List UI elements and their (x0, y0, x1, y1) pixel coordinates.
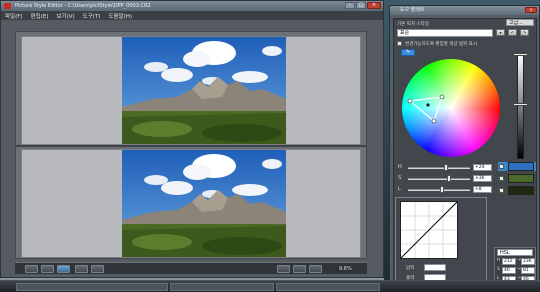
taskbar-item[interactable] (276, 283, 380, 291)
saturation-letter: S (398, 175, 402, 181)
rotate-left-button[interactable] (75, 265, 88, 273)
view-toolbar: 9.6% (15, 262, 367, 274)
luminance-handle-top[interactable] (513, 53, 528, 56)
input-value-field[interactable] (424, 264, 446, 271)
show-range-checkbox[interactable] (397, 41, 402, 46)
preset-label: 기본 픽처 스타일 (397, 22, 429, 27)
split-vertical-button[interactable] (57, 265, 70, 273)
hue-letter: H (398, 164, 402, 170)
color-wheel[interactable] (402, 59, 500, 157)
taskbar-item[interactable] (16, 283, 168, 291)
h-value-before: 212 (502, 258, 516, 265)
mode-button[interactable]: 고급... (506, 19, 534, 26)
luminance-thumb[interactable] (439, 186, 444, 193)
taskbar (0, 280, 540, 292)
saturation-track[interactable] (408, 178, 470, 180)
s-value-before: 46 (502, 267, 516, 274)
single-view-button[interactable] (25, 265, 38, 273)
fit-view-button[interactable] (277, 265, 290, 273)
open-style-button[interactable]: ▾ (496, 29, 505, 36)
tool-palette-title: 도구 팔레트 × (390, 6, 539, 15)
tool-palette-window: 도구 팔레트 × 기본 픽처 스타일 고급... 표준 ▾ ↶ ↷ 변경가능하도… (389, 5, 540, 290)
menu-edit[interactable]: 편집(E) (31, 12, 49, 20)
hue-track[interactable] (408, 167, 470, 169)
zoom-100-button[interactable] (309, 265, 322, 273)
zoom-50-button[interactable] (293, 265, 306, 273)
color-swatch-row[interactable]: ✓ (498, 174, 536, 183)
h-value-after: 236 (521, 258, 535, 265)
before-image-pane[interactable] (21, 36, 361, 145)
tool-palette-body: 기본 픽처 스타일 고급... 표준 ▾ ↶ ↷ 변경가능하도록 편집할 색상 … (393, 18, 537, 288)
after-image-pane[interactable] (21, 149, 361, 258)
color-swatch (508, 186, 534, 195)
color-swatch (508, 162, 534, 171)
maximize-button[interactable]: □ (356, 2, 366, 9)
pane-divider[interactable] (16, 145, 366, 147)
zoom-level: 9.6% (339, 266, 352, 272)
menu-bar: 파일(F) 편집(E) 보기(V) 도구(T) 도움말(H) (1, 11, 383, 20)
tool-palette-title-text: 도구 팔레트 (400, 7, 425, 13)
menu-view[interactable]: 보기(V) (56, 12, 74, 20)
redo-button[interactable]: ↷ (520, 29, 529, 36)
swatch-checkbox[interactable]: ✓ (499, 188, 504, 193)
image-viewer (15, 31, 367, 259)
swatch-checkbox[interactable]: ✓ (499, 164, 504, 169)
menu-file[interactable]: 파일(F) (5, 12, 23, 20)
taskbar-item[interactable] (170, 283, 274, 291)
luminance-slider-row: L +8 (398, 186, 498, 194)
luminance-bar[interactable] (517, 53, 524, 159)
app-icon (4, 3, 11, 9)
saturation-thumb[interactable] (447, 175, 452, 182)
saturation-slider-row: S +36 (398, 175, 498, 183)
tone-curve-graph[interactable] (400, 201, 458, 259)
color-swatch (508, 174, 534, 183)
split-horizontal-button[interactable] (41, 265, 54, 273)
menu-help[interactable]: 도움말(H) (108, 12, 132, 20)
color-mode-select[interactable]: HSL (497, 249, 533, 256)
hue-slider-row: H +24 (398, 164, 498, 172)
minimize-button[interactable]: – (345, 2, 355, 9)
close-icon[interactable]: × (525, 7, 537, 13)
rotate-right-button[interactable] (91, 265, 104, 273)
window-controls: – □ × (345, 2, 381, 9)
s-label: S (497, 267, 500, 272)
luminance-value[interactable]: +8 (473, 186, 492, 193)
hue-value[interactable]: +24 (473, 164, 492, 171)
show-range-label: 변경가능하도록 편집할 색상 범위 표시 (405, 42, 477, 47)
swatch-checkbox[interactable]: ✓ (499, 176, 504, 181)
menu-tools[interactable]: 도구(T) (83, 12, 101, 20)
landscape-photo-before (122, 37, 286, 144)
undo-button[interactable]: ↶ (508, 29, 517, 36)
window-title: Picture Style Editor - C:\Users\pictStyl… (1, 1, 383, 11)
hue-thumb[interactable] (443, 164, 448, 171)
landscape-photo-after (122, 150, 286, 257)
input-label: 압력 (406, 266, 415, 271)
close-button[interactable]: × (367, 2, 381, 9)
luminance-letter: L (398, 186, 401, 192)
luminance-handle-mid[interactable] (513, 103, 528, 106)
eyedropper-icon[interactable]: ✎ (401, 49, 415, 56)
h-label: H (497, 258, 501, 263)
saturation-value[interactable]: +36 (473, 175, 492, 182)
color-swatch-row[interactable]: ✓ (498, 162, 536, 171)
color-swatch-row[interactable]: ✓ (498, 186, 536, 195)
s-value-after: 81 (521, 267, 535, 274)
picture-style-editor-window: Picture Style Editor - C:\Users\pictStyl… (0, 0, 384, 278)
preset-select[interactable]: 표준 (397, 29, 493, 37)
